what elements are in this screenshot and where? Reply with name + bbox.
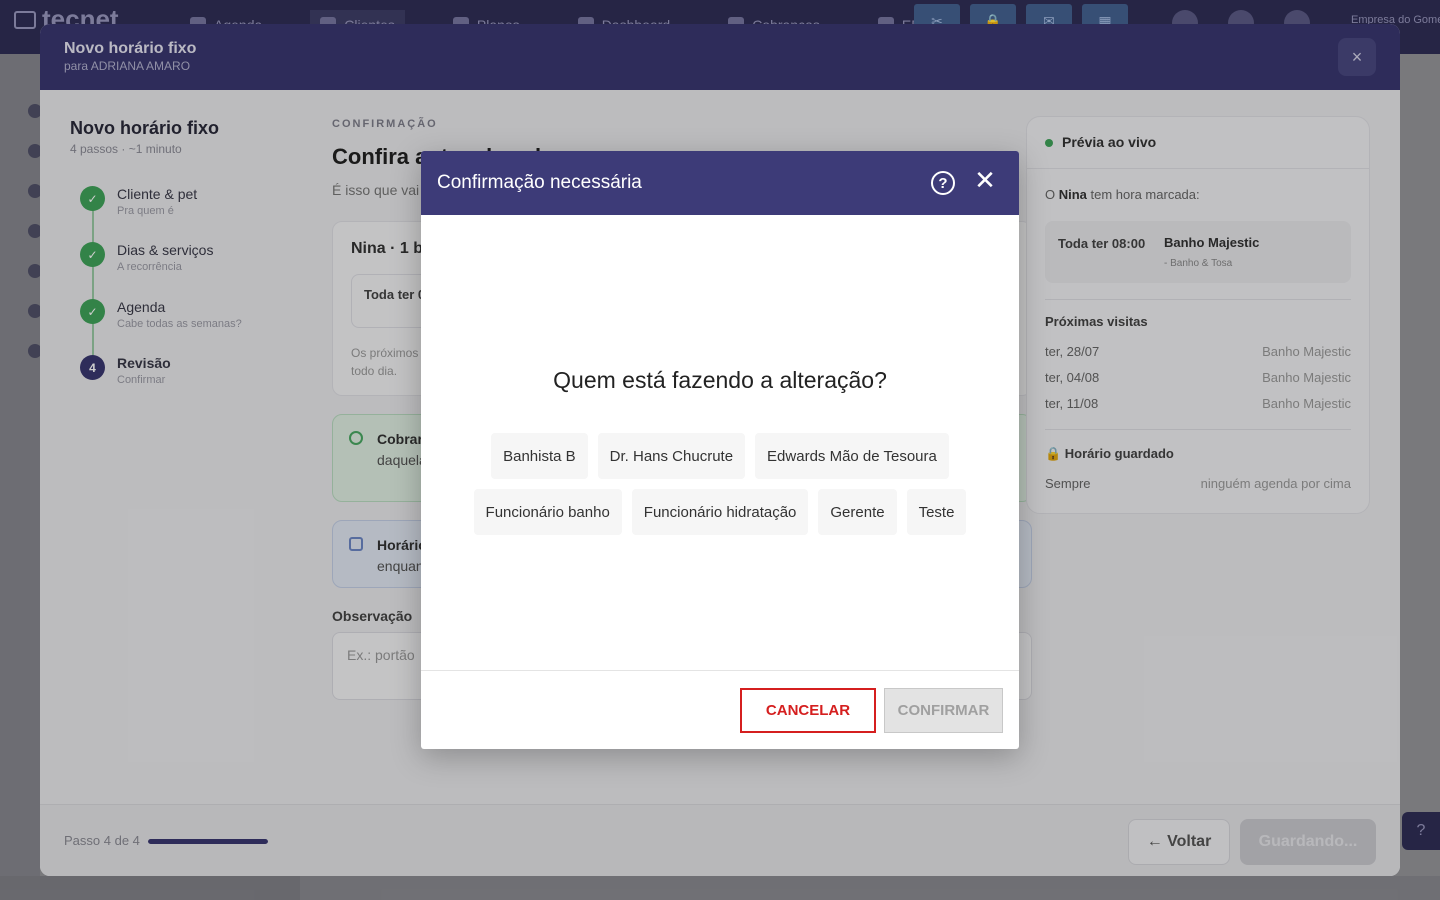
person-option-banhista-b[interactable]: Banhista B [491, 433, 588, 479]
person-option-teste[interactable]: Teste [906, 489, 967, 535]
close-icon[interactable]: ✕ [973, 167, 997, 193]
dialog-footer: CANCELAR CONFIRMAR [421, 670, 1019, 749]
person-option-gerente[interactable]: Gerente [818, 489, 897, 535]
dialog-question: Quem está fazendo a alteração? [553, 367, 887, 393]
person-options: Banhista B Dr. Hans Chucrute Edwards Mão… [421, 433, 1019, 535]
dialog-title: Confirmação necessária [437, 172, 642, 193]
person-option-edwards[interactable]: Edwards Mão de Tesoura [755, 433, 949, 479]
confirmation-dialog: Confirmação necessária ? ✕ Quem está faz… [421, 151, 1019, 749]
person-option-funcionario-banho[interactable]: Funcionário banho [473, 489, 622, 535]
help-circle-icon[interactable]: ? [931, 171, 955, 195]
dialog-header: Confirmação necessária ? ✕ [421, 151, 1019, 215]
person-option-dr-hans-chucrute[interactable]: Dr. Hans Chucrute [597, 433, 746, 479]
cancel-button[interactable]: CANCELAR [740, 688, 876, 733]
confirm-button[interactable]: CONFIRMAR [884, 688, 1003, 733]
person-option-funcionario-hidratacao[interactable]: Funcionário hidratação [631, 489, 809, 535]
